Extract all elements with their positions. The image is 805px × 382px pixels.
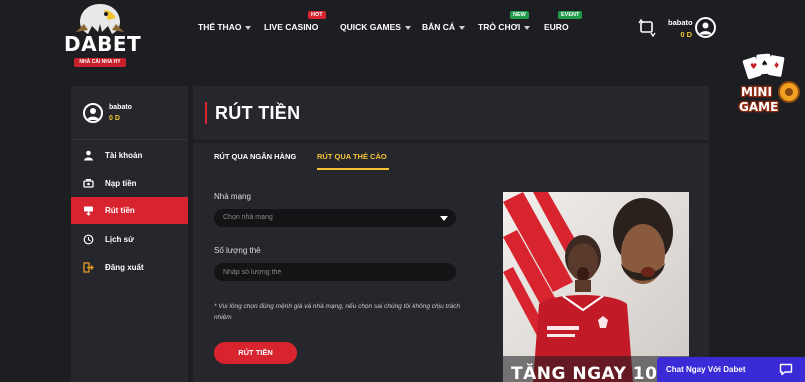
page-header: RÚT TIỀN (193, 86, 709, 140)
header-username: babato (668, 18, 693, 27)
withdraw-tabs: RÚT QUA NGÂN HÀNG RÚT QUA THẺ CÀO (193, 143, 709, 171)
chat-button[interactable]: Chat Ngay Với Dabet (657, 357, 805, 382)
chevron-down-icon (459, 25, 466, 30)
brand-name: DABET (64, 32, 142, 56)
sidebar-user: babato 0 D (71, 86, 188, 140)
sidebar-item-lich-su[interactable]: Lịch sử (71, 226, 188, 253)
active-tab-indicator (317, 168, 389, 170)
deposit-icon (83, 179, 94, 188)
chevron-down-icon (404, 25, 411, 30)
sidebar-item-dang-xuat[interactable]: Đăng xuất (71, 254, 188, 281)
avatar[interactable] (83, 103, 103, 123)
promo-banner[interactable]: TĂNG NGAY 100% (503, 192, 689, 382)
wallet-refresh-icon[interactable] (637, 17, 657, 38)
user-avatar-icon (87, 108, 99, 120)
nav-item-tro-choi[interactable]: TRÒ CHƠI (478, 22, 531, 32)
network-select-value: Chọn nhà mạng (223, 214, 273, 221)
nav-item-the-thao[interactable]: THỂ THAO (198, 22, 252, 32)
chat-label: Chat Ngay Với Dabet (666, 365, 746, 374)
sidebar-item-tai-khoan[interactable]: Tài khoản (71, 142, 188, 169)
nav-item-ban-ca[interactable]: BẮN CÁ (422, 22, 466, 32)
history-icon (83, 234, 94, 245)
nav-item-quick-games[interactable]: QUICK GAMES (340, 22, 411, 32)
promo-image (503, 192, 689, 382)
withdraw-icon (84, 206, 93, 216)
svg-text:♥: ♥ (750, 62, 757, 71)
tab-rut-qua-the-cao[interactable]: RÚT QUA THẺ CÀO (317, 152, 387, 161)
nav-item-label: TRÒ CHƠI (478, 22, 521, 32)
header: DABET NHÀ CÁI NHA HY THỂ THAO LIVE CASIN… (0, 0, 805, 86)
cards-icon: ♥ ♠ ♦ MINI GAME (738, 53, 800, 115)
title-accent-bar (205, 102, 207, 124)
sidebar-balance: 0 D (109, 115, 120, 122)
sidebar-item-label: Rút tiền (105, 206, 135, 215)
sidebar-item-nap-tien[interactable]: Nạp tiền (71, 170, 188, 197)
nav-item-live-casino[interactable]: LIVE CASINO (264, 22, 318, 32)
withdraw-button[interactable]: RÚT TIỀN (214, 342, 297, 364)
nav-item-label: EURO (544, 22, 569, 32)
minigame-button[interactable]: ♥ ♠ ♦ MINI GAME (735, 52, 805, 118)
chat-bubble-icon (779, 363, 793, 376)
chevron-down-icon (524, 25, 531, 30)
nav-item-label: LIVE CASINO (264, 22, 319, 32)
sidebar-item-label: Lịch sử (105, 235, 134, 244)
user-avatar-icon (699, 22, 712, 35)
svg-text:♦: ♦ (773, 61, 780, 70)
quantity-input[interactable] (214, 263, 456, 281)
hot-badge: HOT (308, 11, 326, 19)
user-icon (84, 150, 93, 161)
minigame-label-1: MINI (741, 85, 772, 99)
sidebar-item-label: Tài khoản (105, 151, 143, 160)
logout-icon (83, 262, 94, 273)
new-badge: NEW (510, 11, 529, 19)
quantity-label: Số lượng thẻ (214, 246, 261, 255)
sidebar-username: babato (109, 104, 132, 111)
network-label: Nhà mạng (214, 192, 251, 201)
tab-rut-qua-ngan-hang[interactable]: RÚT QUA NGÂN HÀNG (214, 152, 296, 161)
withdraw-form: Nhà mạng Chọn nhà mạng Số lượng thẻ * Vu… (193, 171, 709, 382)
sidebar: babato 0 D Tài khoản Nạp tiền Rút tiền L… (71, 86, 188, 382)
header-user[interactable]: babato 0 D (668, 18, 693, 39)
sidebar-item-rut-tien[interactable]: Rút tiền (71, 197, 188, 224)
nav-item-label: QUICK GAMES (340, 22, 401, 32)
header-balance: 0 D (680, 30, 692, 39)
sidebar-item-label: Nạp tiền (105, 179, 137, 188)
avatar[interactable] (695, 17, 716, 38)
nav-item-label: THỂ THAO (198, 22, 242, 32)
sidebar-item-label: Đăng xuất (105, 263, 144, 272)
dabet-logo[interactable]: DABET NHÀ CÁI NHA HY (64, 2, 142, 76)
event-badge: EVENT (558, 11, 583, 19)
nav-item-label: BẮN CÁ (422, 22, 456, 32)
brand-tagline: NHÀ CÁI NHA HY (74, 58, 126, 67)
svg-text:♠: ♠ (761, 59, 768, 68)
chevron-down-icon (440, 216, 448, 221)
warning-note: * Vui lòng chọn đúng mệnh giá và nhà mạn… (214, 303, 460, 321)
chevron-down-icon (245, 25, 252, 30)
nav-item-euro[interactable]: EURO (544, 22, 569, 32)
minigame-label-2: GAME (739, 100, 778, 114)
network-select[interactable]: Chọn nhà mạng (214, 209, 456, 227)
page-title: RÚT TIỀN (215, 103, 301, 123)
